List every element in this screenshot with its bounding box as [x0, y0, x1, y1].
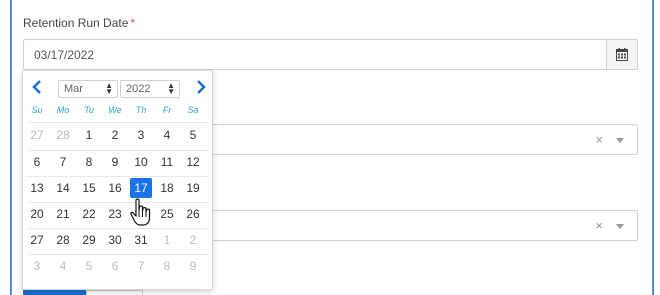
day-cell[interactable]: 5: [182, 125, 204, 145]
weekday-label: Fr: [162, 105, 172, 115]
row-divider: [26, 228, 209, 229]
select-arrows-icon: ▲ ▼: [167, 81, 175, 96]
day-cell[interactable]: 6: [104, 256, 126, 276]
day-cell[interactable]: 2: [104, 125, 126, 145]
year-select[interactable]: 2022 ▲ ▼: [120, 80, 180, 98]
day-cell[interactable]: 7: [52, 152, 74, 172]
row-divider: [26, 150, 209, 151]
day-cell[interactable]: 31: [130, 230, 152, 250]
chevron-down-icon[interactable]: [616, 138, 624, 143]
retention-run-date-label: Retention Run Date *: [23, 16, 135, 30]
day-cell[interactable]: 7: [130, 256, 152, 276]
primary-button[interactable]: [23, 290, 86, 295]
day-cell[interactable]: 8: [78, 152, 100, 172]
action-buttons: [23, 290, 143, 295]
chevron-left-icon: [32, 80, 41, 94]
calendar-button[interactable]: [606, 39, 638, 70]
select-arrows-icon: ▲ ▼: [105, 81, 113, 96]
day-cell[interactable]: 5: [78, 256, 100, 276]
day-cell[interactable]: 9: [104, 152, 126, 172]
day-cell[interactable]: 15: [78, 178, 100, 198]
day-cell[interactable]: 19: [182, 178, 204, 198]
required-asterisk: *: [130, 16, 136, 30]
day-cell[interactable]: 3: [26, 256, 48, 276]
clear-icon[interactable]: ×: [595, 218, 603, 233]
day-cell[interactable]: 9: [182, 256, 204, 276]
day-cell[interactable]: 1: [78, 125, 100, 145]
select-field-2[interactable]: ×: [150, 210, 638, 241]
month-value: Mar: [64, 83, 83, 95]
calendar-icon: [616, 48, 628, 61]
day-cell[interactable]: 16: [104, 178, 126, 198]
weekday-label: Th: [135, 105, 147, 115]
day-cell[interactable]: 23: [104, 204, 126, 224]
weekday-label: Tu: [84, 105, 94, 115]
date-value: 03/17/2022: [34, 48, 95, 62]
day-cell[interactable]: 14: [52, 178, 74, 198]
month-select[interactable]: Mar ▲ ▼: [58, 80, 118, 98]
retention-run-date-input[interactable]: 03/17/2022: [23, 39, 638, 70]
clear-icon[interactable]: ×: [595, 132, 603, 147]
weekday-label: Mo: [56, 105, 70, 115]
day-cell[interactable]: 21: [52, 204, 74, 224]
day-cell[interactable]: 26: [182, 204, 204, 224]
chevron-right-icon: [197, 80, 206, 94]
chevron-down-icon[interactable]: [616, 224, 624, 229]
day-cell[interactable]: 3: [130, 125, 152, 145]
prev-month-button[interactable]: [29, 78, 45, 96]
select-field-1[interactable]: ×: [150, 124, 638, 155]
row-divider: [26, 176, 209, 177]
day-cell[interactable]: 4: [52, 256, 74, 276]
year-value: 2022: [126, 83, 151, 95]
datepicker-popup: Mar ▲ ▼ 2022 ▲ ▼ Su Mo Tu We Th Fr Sa 27 28 1 2 3 4 5 6…: [22, 70, 213, 290]
day-cell[interactable]: 25: [156, 204, 178, 224]
day-cell[interactable]: 22: [78, 204, 100, 224]
day-cell-selected[interactable]: 17: [130, 178, 152, 198]
day-cell[interactable]: 18: [156, 178, 178, 198]
day-cell[interactable]: 28: [52, 230, 74, 250]
weekday-label: Sa: [187, 105, 199, 115]
label-text: Retention Run Date: [23, 16, 129, 30]
day-cell[interactable]: 27: [26, 125, 48, 145]
weekday-label: Su: [31, 105, 43, 115]
day-cell[interactable]: 28: [52, 125, 74, 145]
row-divider: [26, 122, 209, 123]
day-cell[interactable]: 1: [156, 230, 178, 250]
day-cell[interactable]: 2: [182, 230, 204, 250]
day-cell[interactable]: 12: [182, 152, 204, 172]
row-divider: [26, 254, 209, 255]
weekday-label: We: [108, 105, 122, 115]
day-cell[interactable]: 27: [26, 230, 48, 250]
day-cell[interactable]: 20: [26, 204, 48, 224]
next-month-button[interactable]: [193, 78, 209, 96]
secondary-button[interactable]: [86, 290, 143, 295]
day-cell[interactable]: 6: [26, 152, 48, 172]
day-cell[interactable]: 13: [26, 178, 48, 198]
row-divider: [26, 202, 209, 203]
day-cell[interactable]: 8: [156, 256, 178, 276]
day-cell[interactable]: 29: [78, 230, 100, 250]
day-cell[interactable]: 11: [156, 152, 178, 172]
hand-cursor-icon: [129, 198, 155, 233]
day-cell[interactable]: 10: [130, 152, 152, 172]
day-cell[interactable]: 30: [104, 230, 126, 250]
weekday-header: Su Mo Tu We Th Fr Sa: [23, 105, 214, 119]
day-cell[interactable]: 4: [156, 125, 178, 145]
